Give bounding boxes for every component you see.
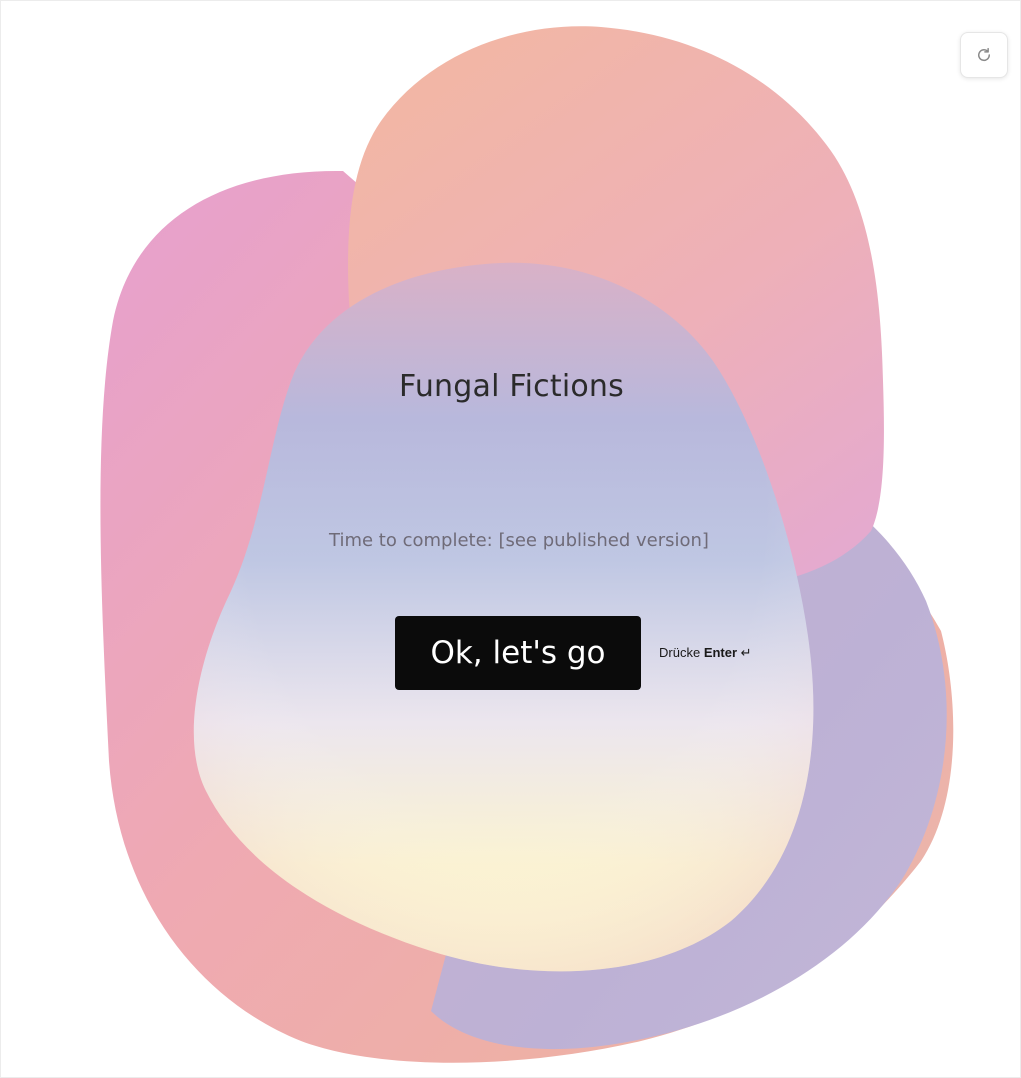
enter-key-icon: ↵: [740, 645, 752, 660]
survey-title: Fungal Fictions: [399, 369, 624, 404]
start-button[interactable]: Ok, let's go: [395, 616, 641, 690]
start-action-row: Ok, let's go Drücke Enter ↵: [395, 616, 752, 690]
refresh-button[interactable]: [960, 32, 1008, 78]
keyboard-hint: Drücke Enter ↵: [659, 645, 752, 661]
refresh-icon: [978, 47, 991, 62]
survey-welcome-screen: Fungal Fictions Time to complete: [see p…: [0, 0, 1021, 1078]
keyboard-hint-key: Enter: [703, 645, 738, 660]
time-to-complete-text: Time to complete: [see published version…: [329, 530, 709, 551]
keyboard-hint-prefix: Drücke: [659, 645, 701, 660]
